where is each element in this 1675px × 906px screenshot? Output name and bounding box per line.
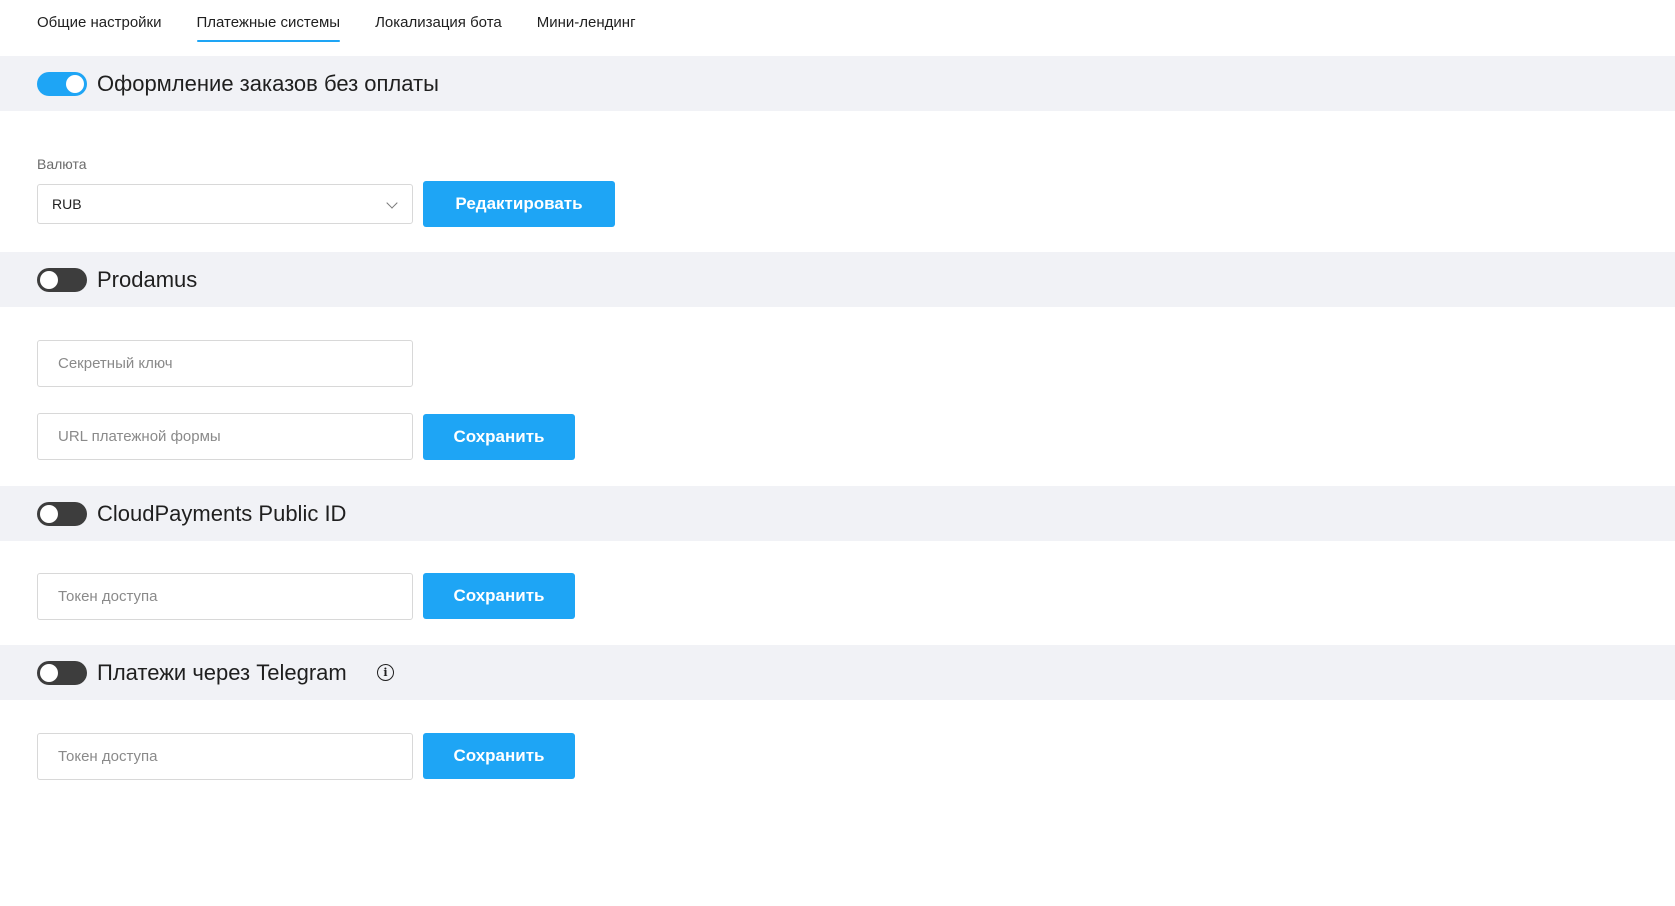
no-payment-toggle[interactable] [37, 71, 87, 96]
tab-payment-systems[interactable]: Платежные системы [196, 0, 340, 42]
prodamus-save-button[interactable]: Сохранить [423, 414, 575, 460]
edit-currency-button[interactable]: Редактировать [423, 181, 615, 227]
section-header-prodamus: Prodamus [0, 252, 1675, 307]
cloudpayments-save-button[interactable]: Сохранить [423, 573, 575, 619]
telegram-token-input[interactable] [37, 733, 413, 780]
prodamus-toggle[interactable] [37, 267, 87, 292]
currency-select[interactable]: RUB [37, 184, 413, 224]
cloudpayments-toggle[interactable] [37, 501, 87, 526]
section-title-telegram: Платежи через Telegram [97, 659, 347, 685]
section-title-cloudpayments: CloudPayments Public ID [97, 500, 347, 526]
cloudpayments-token-input[interactable] [37, 573, 413, 620]
telegram-toggle[interactable] [37, 660, 87, 685]
prodamus-secret-key-input[interactable] [37, 340, 413, 387]
telegram-save-button[interactable]: Сохранить [423, 733, 575, 779]
currency-select-value: RUB [52, 196, 82, 212]
toggle-knob [66, 74, 84, 93]
payment-settings-page: Общие настройки Платежные системы Локали… [0, 0, 1675, 906]
tab-bot-localization[interactable]: Локализация бота [375, 0, 502, 42]
toggle-knob [40, 504, 58, 523]
section-title-no-payment: Оформление заказов без оплаты [97, 70, 439, 96]
section-title-prodamus: Prodamus [97, 266, 198, 292]
toggle-knob [40, 663, 58, 682]
chevron-down-icon [386, 197, 398, 209]
currency-label: Валюта [37, 156, 87, 172]
tab-general-settings[interactable]: Общие настройки [37, 0, 162, 42]
section-header-telegram: Платежи через Telegram i [0, 645, 1675, 700]
toggle-knob [40, 270, 58, 289]
info-icon[interactable]: i [377, 664, 394, 681]
section-header-no-payment: Оформление заказов без оплаты [0, 56, 1675, 111]
prodamus-form-url-input[interactable] [37, 413, 413, 460]
tab-mini-landing[interactable]: Мини-лендинг [537, 0, 636, 42]
section-header-cloudpayments: CloudPayments Public ID [0, 486, 1675, 541]
settings-tabs: Общие настройки Платежные системы Локали… [37, 0, 671, 56]
